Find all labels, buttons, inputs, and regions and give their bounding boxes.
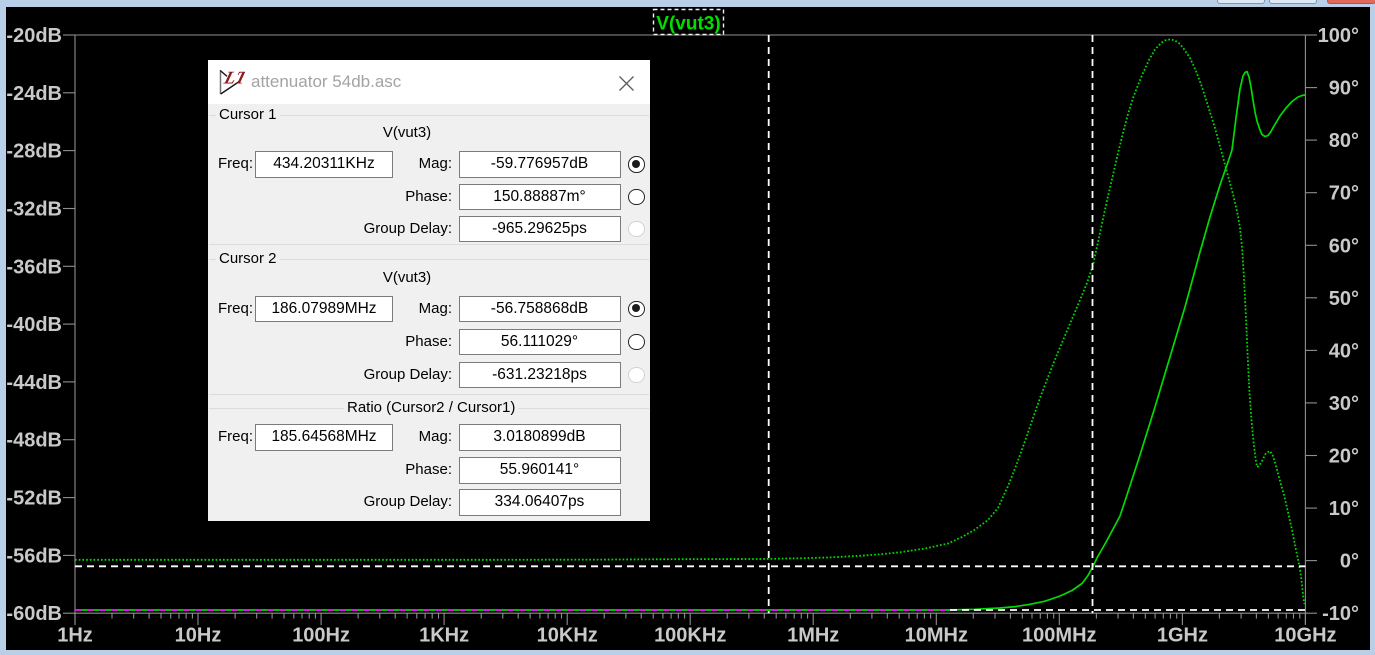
svg-text:100°: 100° [1318,25,1359,47]
svg-text:-20dB: -20dB [6,25,62,47]
svg-text:10MHz: 10MHz [905,625,968,647]
svg-text:-32dB: -32dB [6,199,62,221]
svg-text:50°: 50° [1329,288,1359,310]
svg-text:0°: 0° [1340,551,1359,573]
svg-text:1GHz: 1GHz [1157,625,1208,647]
svg-text:-10°: -10° [1322,603,1359,625]
svg-text:-52dB: -52dB [6,488,62,510]
svg-text:10KHz: 10KHz [537,625,598,647]
svg-text:V(vut3): V(vut3) [656,14,720,35]
svg-text:-48dB: -48dB [6,430,62,452]
svg-text:-36dB: -36dB [6,256,62,278]
svg-text:80°: 80° [1329,130,1359,152]
svg-text:70°: 70° [1329,183,1359,205]
svg-text:30°: 30° [1329,393,1359,415]
svg-text:-44dB: -44dB [6,372,62,394]
svg-text:90°: 90° [1329,78,1359,100]
svg-text:10Hz: 10Hz [175,625,222,647]
svg-text:1Hz: 1Hz [57,625,93,647]
svg-text:20°: 20° [1329,446,1359,468]
svg-text:-28dB: -28dB [6,141,62,163]
svg-text:40°: 40° [1329,340,1359,362]
svg-text:100KHz: 100KHz [654,625,726,647]
svg-text:100MHz: 100MHz [1022,625,1096,647]
svg-text:1MHz: 1MHz [787,625,839,647]
svg-text:-40dB: -40dB [6,314,62,336]
svg-text:1KHz: 1KHz [419,625,469,647]
svg-text:10GHz: 10GHz [1274,625,1336,647]
svg-text:60°: 60° [1329,235,1359,257]
svg-text:10°: 10° [1329,498,1359,520]
svg-text:-24dB: -24dB [6,83,62,105]
svg-text:100Hz: 100Hz [292,625,350,647]
svg-text:-60dB: -60dB [6,603,62,625]
svg-text:-56dB: -56dB [6,545,62,567]
